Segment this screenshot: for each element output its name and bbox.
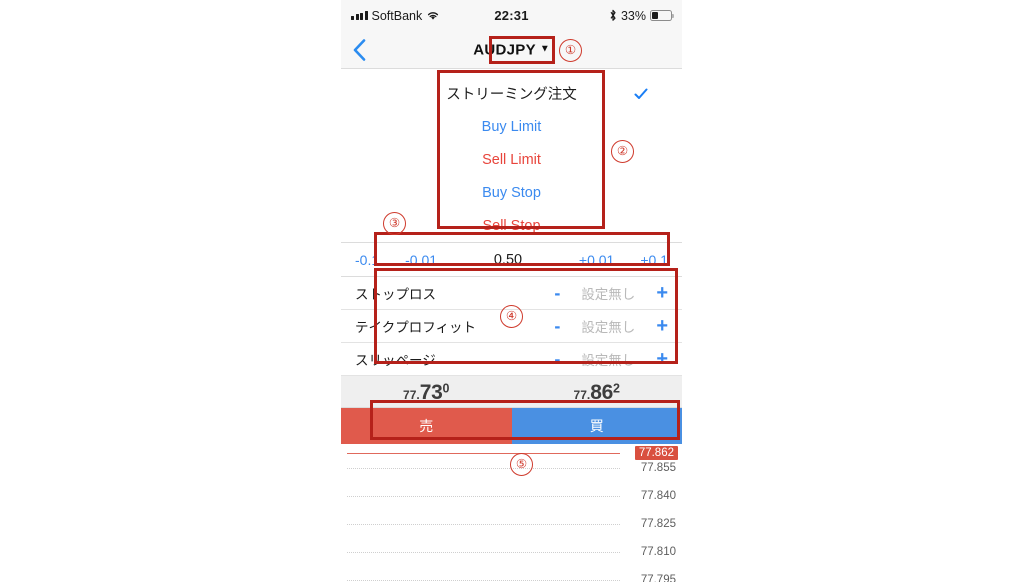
volume-plus-large-button[interactable]: +0.1 bbox=[640, 252, 668, 268]
checkmark-icon bbox=[634, 88, 648, 99]
param-plus-button[interactable]: + bbox=[656, 283, 668, 303]
param-row-take-profit: テイクプロフィット - 設定無し + bbox=[341, 310, 682, 343]
bid-price: 77.730 bbox=[341, 382, 512, 407]
bid-price-sup: 0 bbox=[442, 381, 450, 396]
ask-price-main: 86 bbox=[590, 381, 613, 404]
ask-price: 77.862 bbox=[512, 382, 683, 407]
order-type-sell-limit[interactable]: Sell Limit bbox=[341, 143, 682, 176]
order-type-label: ストリーミング注文 bbox=[446, 87, 577, 103]
currency-pair-label: AUDJPY bbox=[473, 41, 536, 58]
chevron-down-icon: ▼ bbox=[539, 43, 550, 55]
param-value[interactable]: 設定無し bbox=[560, 316, 656, 336]
bid-price-main: 73 bbox=[419, 381, 443, 404]
chart-gridline bbox=[347, 496, 620, 497]
chart-gridline-label: 77.855 bbox=[640, 462, 676, 474]
order-type-label: Buy Limit bbox=[481, 118, 542, 135]
param-label: ストップロス bbox=[355, 287, 436, 302]
back-chevron-icon[interactable] bbox=[353, 38, 366, 61]
order-type-label: Sell Limit bbox=[482, 151, 541, 168]
battery-icon bbox=[650, 10, 675, 21]
chart-gridline bbox=[347, 580, 620, 581]
param-plus-button[interactable]: + bbox=[656, 349, 668, 369]
order-type-label: Sell Stop bbox=[482, 217, 541, 234]
sell-button[interactable]: 売 bbox=[341, 408, 512, 444]
chart-gridline-label: 77.795 bbox=[640, 574, 676, 582]
price-chart[interactable]: 77.862 77.855 77.840 77.825 77.810 77.79… bbox=[341, 444, 682, 582]
chart-gridline bbox=[347, 552, 620, 553]
param-value[interactable]: 設定無し bbox=[560, 349, 656, 369]
screenshot-stage: SoftBank 22:31 33% AUDJPY ▼ ストリーミング注文 Bu… bbox=[0, 0, 1024, 582]
volume-stepper: -0.1 -0.01 0.50 +0.01 +0.1 bbox=[341, 242, 682, 277]
chart-gridline-label: 77.825 bbox=[640, 518, 676, 530]
param-value[interactable]: 設定無し bbox=[560, 283, 656, 303]
ask-price-line bbox=[347, 453, 620, 454]
ask-price-badge: 77.862 bbox=[634, 446, 678, 460]
param-label: テイクプロフィット bbox=[355, 320, 476, 335]
param-label: スリッページ bbox=[355, 353, 436, 368]
trade-buttons: 売 買 bbox=[341, 408, 682, 444]
param-plus-button[interactable]: + bbox=[656, 316, 668, 336]
order-type-list: ストリーミング注文 Buy Limit Sell Limit Buy Stop … bbox=[341, 69, 682, 242]
chart-gridline-label: 77.840 bbox=[640, 490, 676, 502]
order-type-buy-stop[interactable]: Buy Stop bbox=[341, 176, 682, 209]
chart-gridline-label: 77.810 bbox=[640, 546, 676, 558]
nav-bar: AUDJPY ▼ bbox=[341, 31, 682, 69]
phone-screen: SoftBank 22:31 33% AUDJPY ▼ ストリーミング注文 Bu… bbox=[341, 0, 682, 582]
volume-minus-small-button[interactable]: -0.01 bbox=[405, 252, 437, 268]
clock: 22:31 bbox=[494, 8, 529, 23]
currency-pair-selector[interactable]: AUDJPY ▼ bbox=[473, 41, 550, 58]
ask-price-sup: 2 bbox=[613, 381, 620, 396]
param-row-stop-loss: ストップロス - 設定無し + bbox=[341, 277, 682, 310]
volume-minus-large-button[interactable]: -0.1 bbox=[355, 252, 379, 268]
chart-gridline bbox=[347, 524, 620, 525]
ask-price-prefix: 77. bbox=[573, 388, 591, 402]
param-row-slippage: スリッページ - 設定無し + bbox=[341, 343, 682, 376]
bid-price-prefix: 77. bbox=[403, 388, 420, 402]
buy-button[interactable]: 買 bbox=[511, 408, 682, 444]
status-bar: SoftBank 22:31 33% bbox=[341, 0, 682, 31]
chart-gridline bbox=[347, 468, 620, 469]
price-strip: 77.730 77.862 bbox=[341, 376, 682, 408]
order-type-label: Buy Stop bbox=[482, 184, 541, 201]
volume-value[interactable]: 0.50 bbox=[437, 252, 579, 268]
order-type-buy-limit[interactable]: Buy Limit bbox=[341, 110, 682, 143]
order-type-sell-stop[interactable]: Sell Stop bbox=[341, 209, 682, 242]
order-type-streaming[interactable]: ストリーミング注文 bbox=[341, 77, 682, 110]
volume-plus-small-button[interactable]: +0.01 bbox=[579, 252, 614, 268]
